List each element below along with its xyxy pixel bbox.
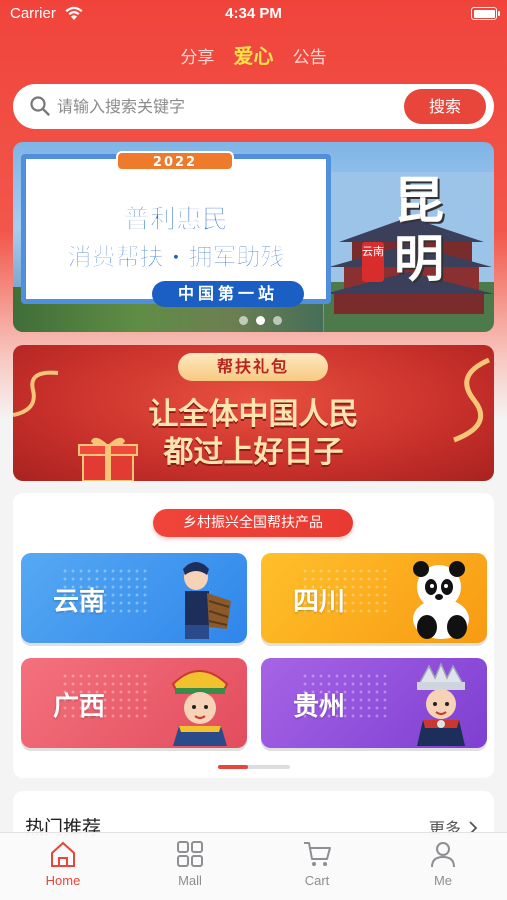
clock: 4:34 PM	[225, 5, 282, 22]
top-tabs: 分享 爱心 公告	[0, 40, 507, 69]
category-tile-guangxi[interactable]: 广西	[21, 658, 247, 748]
tab-share[interactable]: 分享	[180, 43, 214, 68]
gift-box-icon	[78, 437, 138, 481]
search-button[interactable]: 搜索	[404, 89, 486, 124]
category-tile-guizhou[interactable]: 贵州	[261, 658, 487, 748]
category-tile-yunnan[interactable]: 云南	[21, 553, 247, 643]
bottom-tab-bar: Home Mall Cart Me	[0, 832, 507, 900]
promo-banner-kunming[interactable]: 昆明 云南 2022 普利惠民 消费帮扶 · 拥军助残 中国第一站	[13, 142, 494, 332]
yunnan-figure-icon	[183, 562, 231, 639]
category-label: 云南	[53, 587, 106, 617]
province-badge: 云南	[362, 242, 384, 282]
cart-icon	[304, 842, 331, 866]
gift-pack-tag: 帮扶礼包	[178, 353, 328, 381]
search-icon	[30, 96, 50, 116]
category-section: 乡村振兴全国帮扶产品 云南 四川 广西 贵州	[13, 493, 494, 778]
category-tile-sichuan[interactable]: 四川	[261, 553, 487, 643]
tab-label: Cart	[304, 873, 330, 888]
tab-label: Mall	[178, 873, 202, 888]
tab-mall[interactable]: Mall	[155, 839, 225, 888]
tab-cart[interactable]: Cart	[282, 839, 352, 888]
carousel-dot-active[interactable]	[256, 316, 265, 325]
carousel-dot[interactable]	[239, 316, 248, 325]
category-pager-active	[218, 765, 248, 769]
carousel-dot[interactable]	[273, 316, 282, 325]
search-bar: 搜索	[13, 84, 494, 129]
banner-station: 中国第一站	[152, 281, 304, 307]
panda-icon	[413, 561, 469, 639]
category-label: 广西	[53, 692, 106, 722]
category-label: 贵州	[293, 692, 346, 722]
banner-headline: 普利惠民	[123, 205, 229, 236]
gift-pack-banner[interactable]: 帮扶礼包 让全体中国人民 都过上好日子	[13, 345, 494, 481]
home-icon	[51, 841, 75, 867]
banner-year: 2022	[116, 151, 234, 171]
tab-label: Me	[433, 873, 453, 888]
category-title: 乡村振兴全国帮扶产品	[153, 509, 353, 537]
grid-icon	[177, 841, 203, 867]
city-title: 昆明	[394, 171, 444, 288]
person-icon	[431, 842, 455, 868]
tab-notice[interactable]: 公告	[293, 43, 327, 68]
guangxi-figure-icon	[171, 670, 229, 746]
tab-love[interactable]: 爱心	[234, 40, 274, 69]
tab-label: Home	[45, 873, 81, 888]
guizhou-figure-icon	[417, 662, 465, 746]
tab-me[interactable]: Me	[408, 839, 478, 888]
category-label: 四川	[293, 587, 346, 617]
carousel-dots	[239, 310, 290, 329]
tab-home[interactable]: Home	[28, 839, 98, 888]
category-pager	[218, 765, 290, 769]
banner-card: 2022 普利惠民 消费帮扶 · 拥军助残 中国第一站	[21, 151, 331, 307]
battery-icon	[471, 7, 500, 20]
search-input[interactable]	[57, 84, 397, 129]
banner-subheadline: 消费帮扶 · 拥军助残	[67, 242, 285, 272]
status-bar: Carrier 4:34 PM	[0, 0, 507, 30]
